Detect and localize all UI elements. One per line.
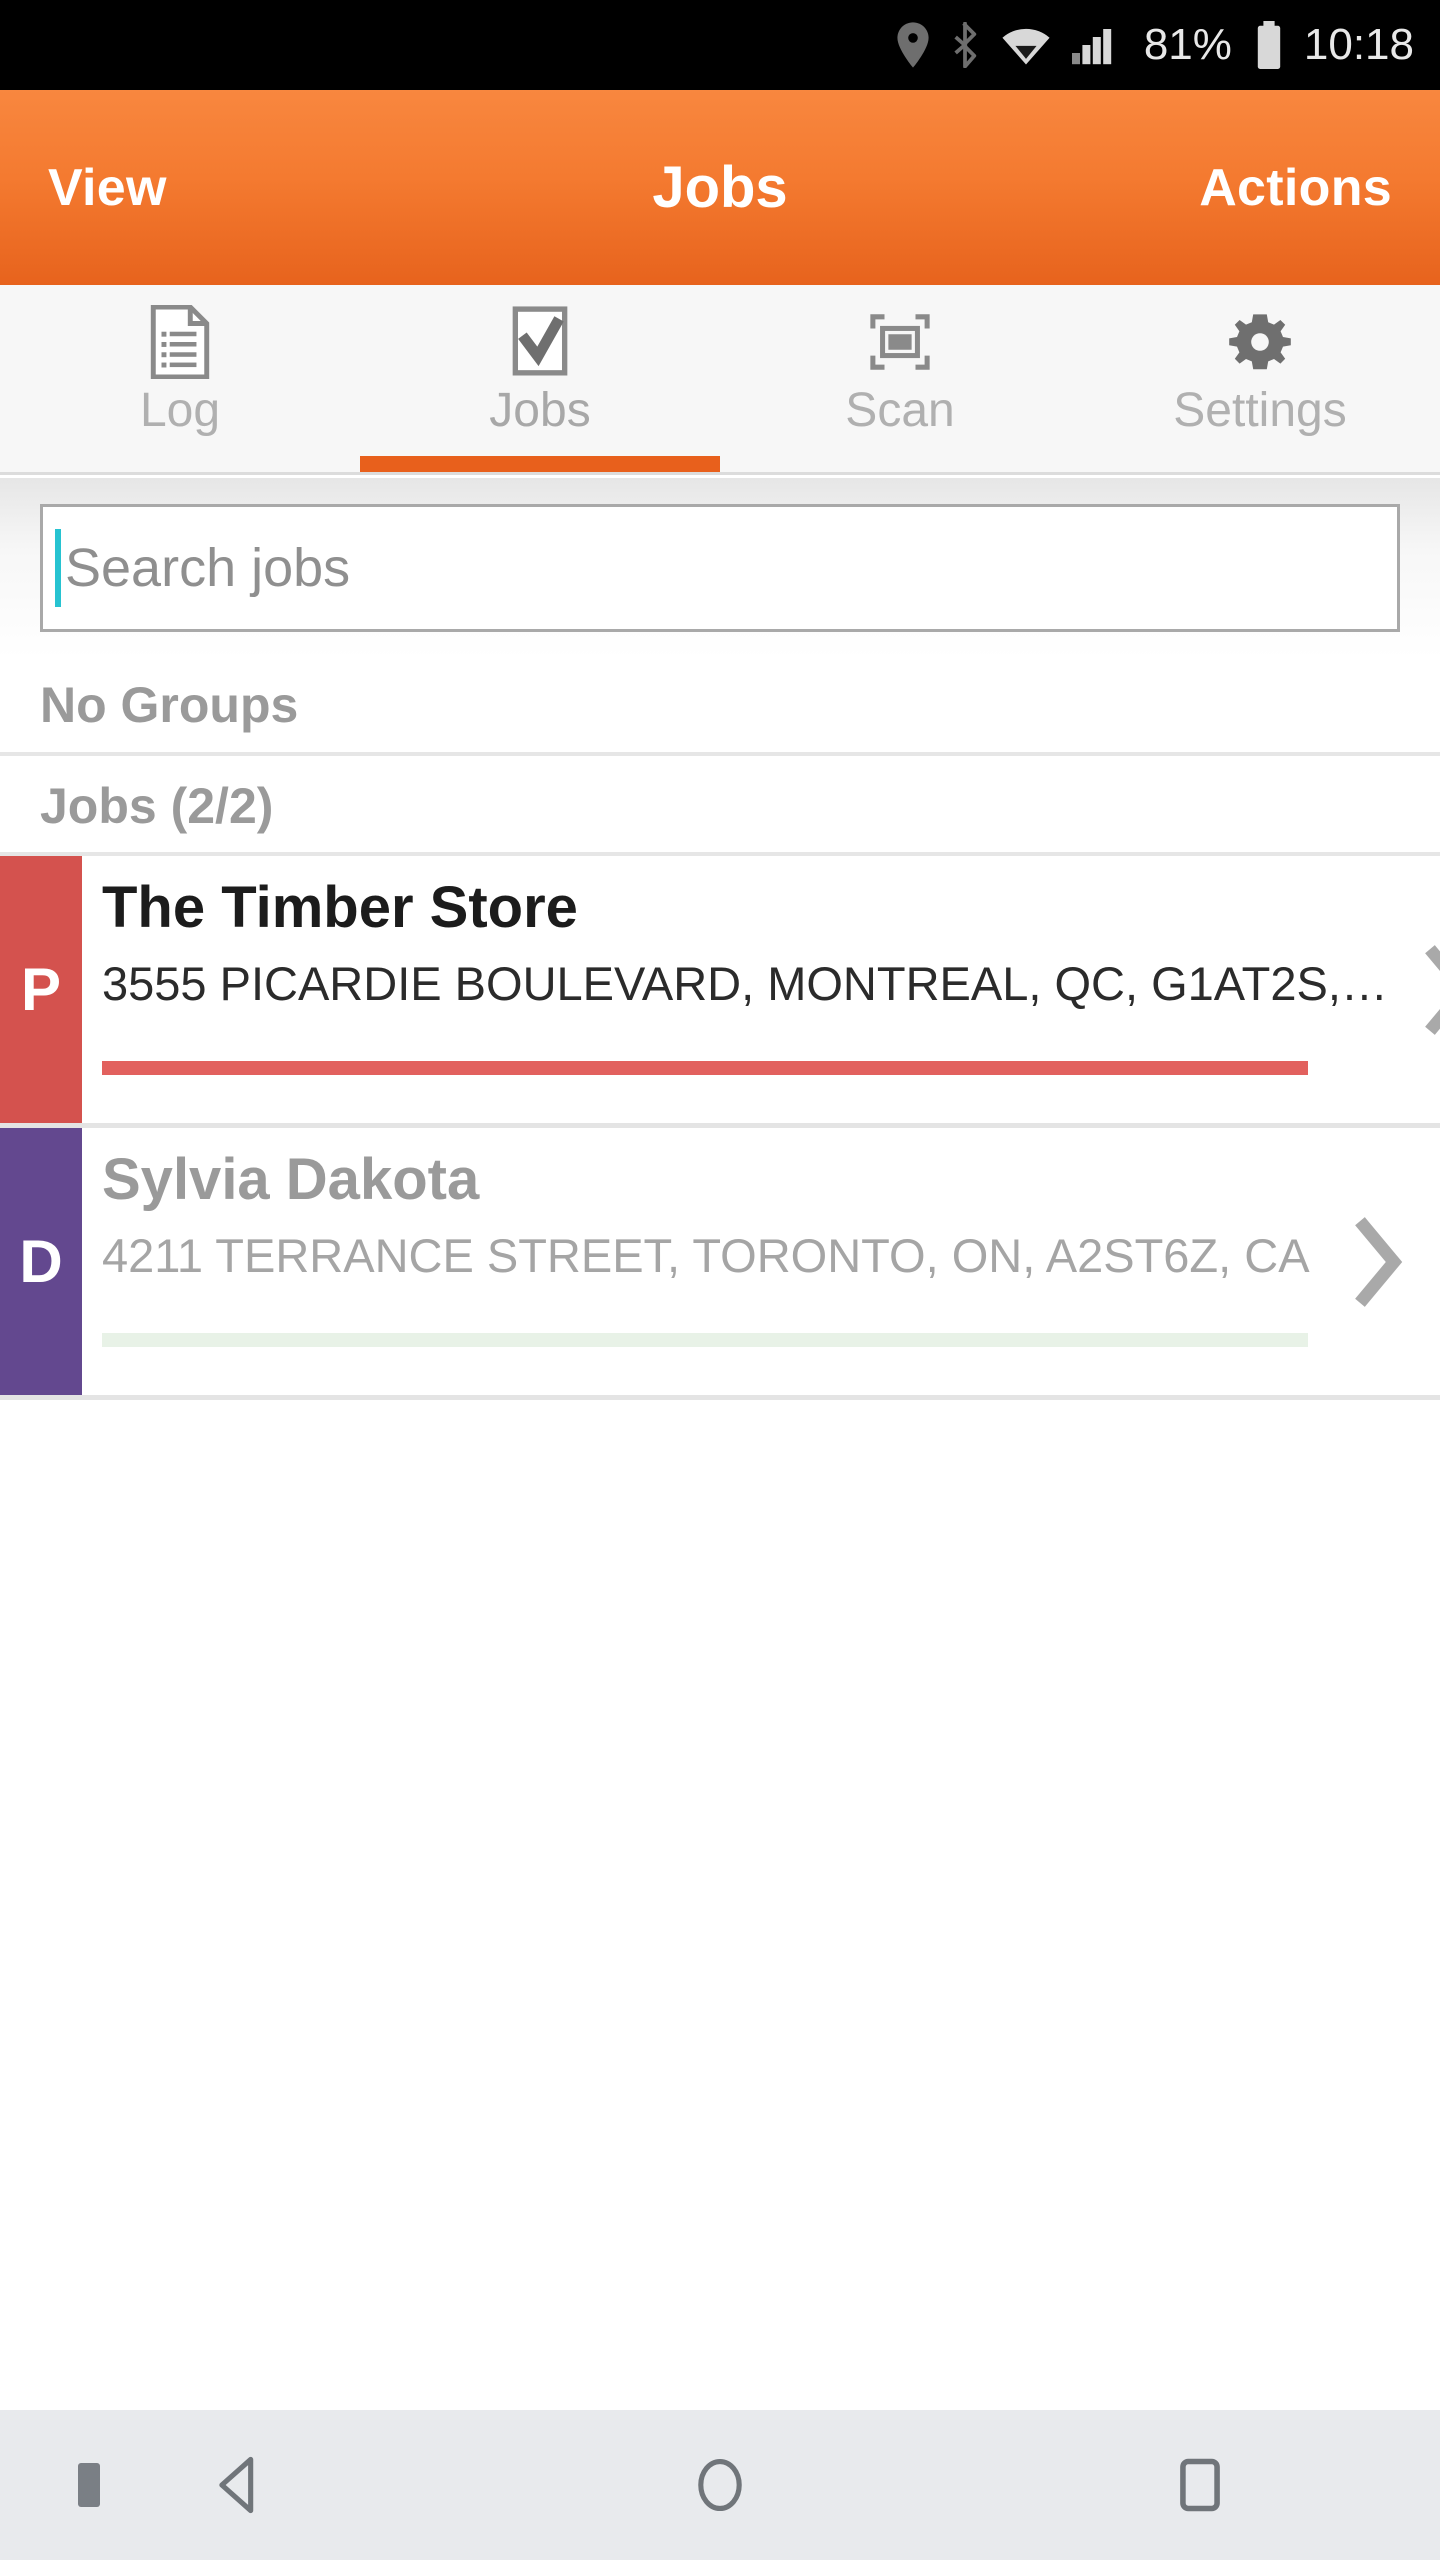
checkbox-check-icon [509, 306, 571, 377]
battery-percent-label: 81% [1143, 20, 1232, 69]
job-progress-fill [102, 1061, 1308, 1075]
app-screen: 81% 10:18 View Jobs Actions Log Jobs Sca… [0, 0, 1440, 2560]
tab-active-indicator [360, 456, 720, 472]
tab-log-label: Log [139, 384, 221, 437]
job-title: The Timber Store [102, 875, 578, 940]
job-row-content: The Timber Store 3555 PICARDIE BOULEVARD… [82, 856, 1388, 1123]
tab-settings[interactable]: Settings [1080, 285, 1440, 472]
clock-label: 10:18 [1303, 20, 1414, 69]
job-badge: D [0, 1128, 82, 1395]
scan-frame-icon [869, 307, 931, 377]
section-header-no-groups: No Groups [0, 658, 1440, 756]
tab-jobs-label: Jobs [489, 384, 591, 437]
gear-icon [1228, 307, 1292, 377]
bluetooth-icon [954, 22, 977, 68]
job-list: P The Timber Store 3555 PICARDIE BOULEVA… [0, 856, 1440, 1400]
job-row-content: Sylvia Dakota 4211 TERRANCE STREET, TORO… [82, 1128, 1318, 1395]
battery-icon [1257, 21, 1281, 69]
back-triangle-icon[interactable] [0, 2453, 480, 2517]
cellular-signal-icon [1071, 29, 1112, 65]
tab-bar: Log Jobs Scan Settings [0, 285, 1440, 475]
actions-button[interactable]: Actions [1199, 158, 1392, 218]
view-button[interactable]: View [48, 158, 167, 218]
tab-log[interactable]: Log [0, 285, 360, 472]
search-input[interactable]: Search jobs [40, 504, 1400, 632]
job-progress-bar [102, 1061, 1308, 1075]
tab-settings-label: Settings [1173, 384, 1347, 437]
job-list-item[interactable]: D Sylvia Dakota 4211 TERRANCE STREET, TO… [0, 1128, 1440, 1400]
search-bar-container: Search jobs [0, 478, 1440, 658]
status-bar-icons: 81% 10:18 [896, 20, 1414, 70]
text-caret [55, 529, 61, 607]
job-address: 3555 PICARDIE BOULEVARD, MONTREAL, QC, G… [102, 957, 1388, 1011]
job-title: Sylvia Dakota [102, 1147, 480, 1212]
chevron-right-icon[interactable] [1318, 1128, 1440, 1395]
section-header-jobs-count: Jobs (2/2) [0, 760, 1440, 856]
tab-scan[interactable]: Scan [720, 285, 1080, 472]
document-list-icon [149, 305, 211, 379]
recents-square-icon[interactable] [960, 2453, 1440, 2517]
tab-jobs[interactable]: Jobs [360, 285, 720, 472]
wifi-icon [1002, 28, 1050, 65]
tab-scan-label: Scan [845, 384, 955, 437]
job-address: 4211 TERRANCE STREET, TORONTO, ON, A2ST6… [102, 1229, 1310, 1283]
android-nav-bar [0, 2410, 1440, 2560]
job-progress-bar [102, 1333, 1308, 1347]
search-placeholder: Search jobs [65, 538, 351, 598]
job-list-item[interactable]: P The Timber Store 3555 PICARDIE BOULEVA… [0, 856, 1440, 1128]
job-badge: P [0, 856, 82, 1123]
nav-dot-icon [78, 2463, 100, 2507]
app-header: View Jobs Actions [0, 90, 1440, 285]
chevron-right-icon[interactable] [1388, 856, 1440, 1123]
home-circle-icon[interactable] [480, 2453, 960, 2517]
location-pin-icon [897, 22, 929, 68]
status-bar: 81% 10:18 [0, 0, 1440, 90]
